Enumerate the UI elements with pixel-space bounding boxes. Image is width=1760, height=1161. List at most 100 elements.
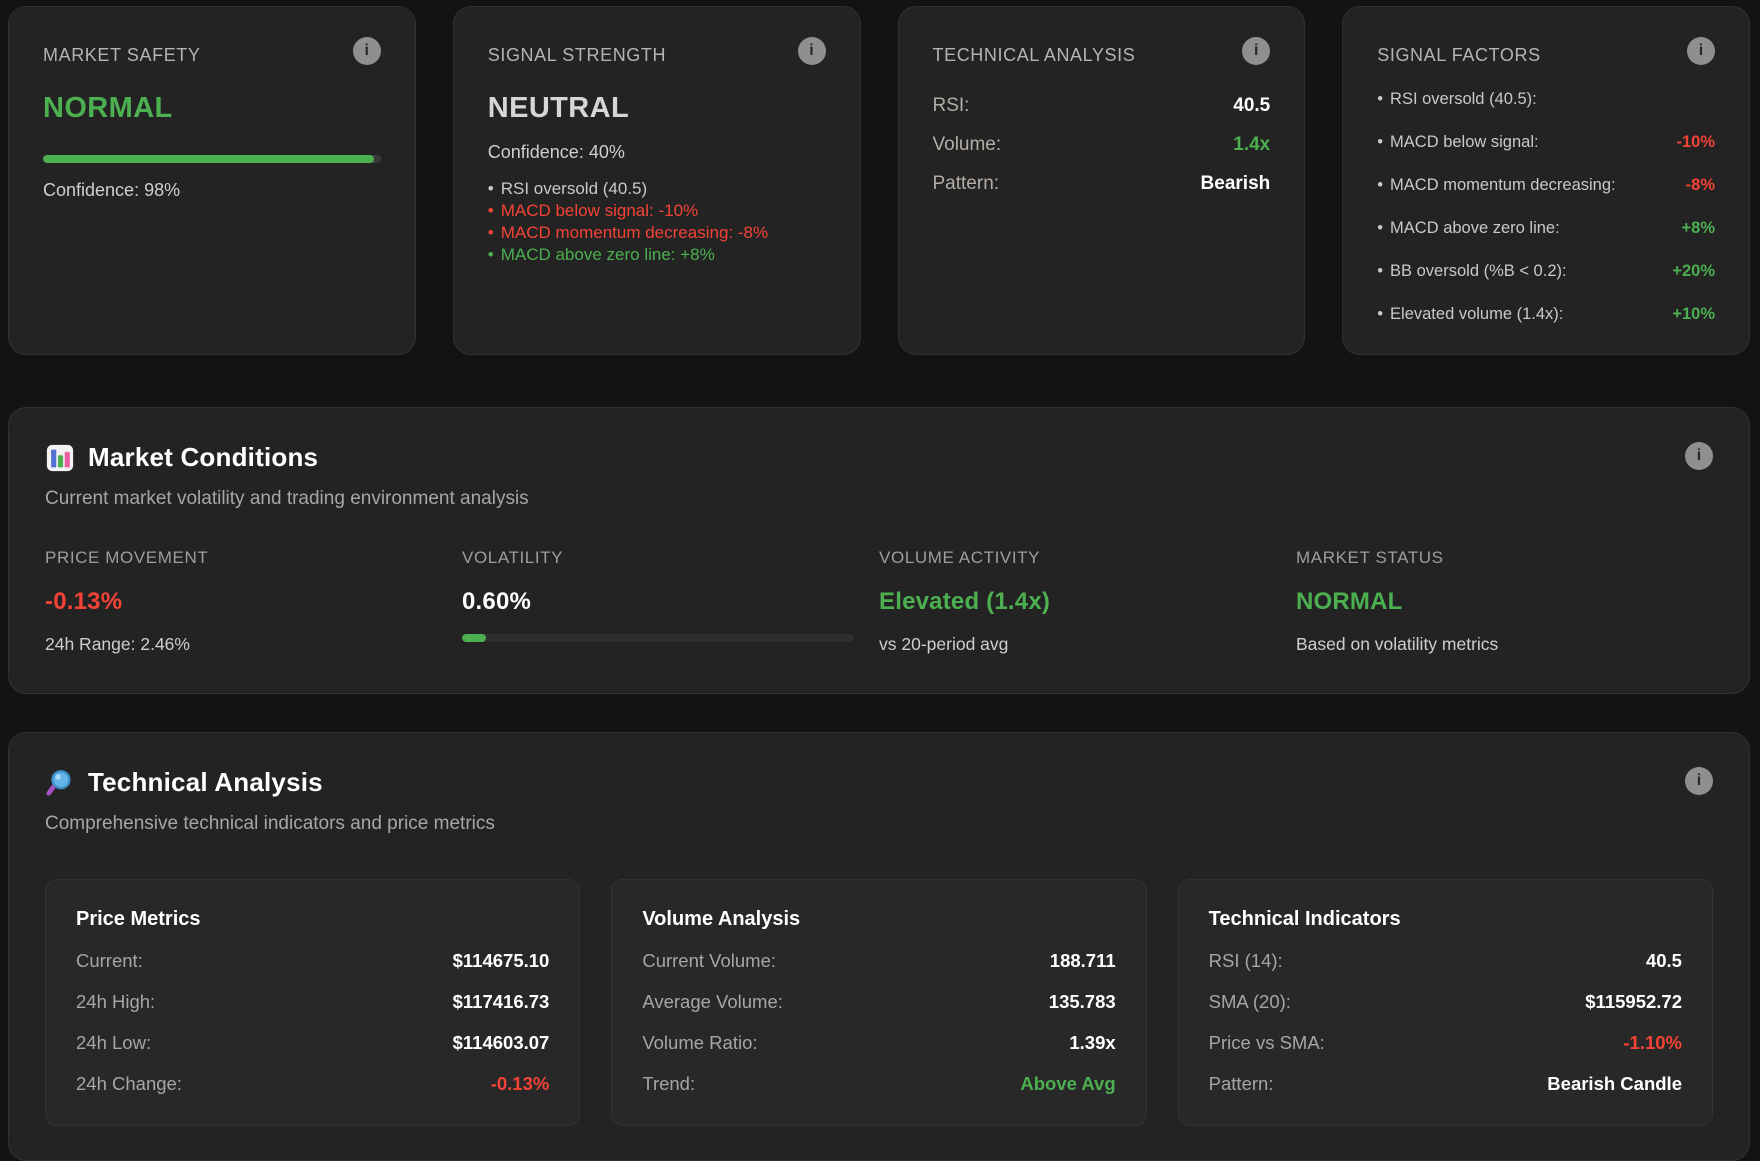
card-header: MARKET SAFETY i bbox=[43, 37, 381, 66]
row-label: Average Volume: bbox=[642, 991, 783, 1013]
row-value: 40.5 bbox=[1233, 95, 1270, 117]
panel-title-wrap: Technical Analysis bbox=[45, 767, 323, 798]
table-row: Trend: Above Avg bbox=[642, 1073, 1115, 1095]
volatility-progress-fill bbox=[462, 634, 486, 642]
volume-activity-note: vs 20-period avg bbox=[879, 634, 1296, 655]
column-header: VOLATILITY bbox=[462, 548, 879, 568]
price-movement-note: 24h Range: 2.46% bbox=[45, 634, 462, 655]
factor-label: RSI oversold (40.5): bbox=[1377, 90, 1537, 109]
market-conditions-columns: PRICE MOVEMENT -0.13% 24h Range: 2.46% V… bbox=[45, 548, 1713, 655]
technical-analysis-cards: Price Metrics Current: $114675.10 24h Hi… bbox=[45, 879, 1713, 1126]
market-conditions-subtitle: Current market volatility and trading en… bbox=[45, 488, 1713, 510]
summary-cards-row: MARKET SAFETY i NORMAL Confidence: 98% S… bbox=[8, 6, 1750, 355]
factor-row: RSI oversold (40.5): bbox=[1377, 90, 1715, 109]
factor-row: BB oversold (%B < 0.2): +20% bbox=[1377, 262, 1715, 281]
market-status-value: NORMAL bbox=[1296, 588, 1713, 616]
market-conditions-title: Market Conditions bbox=[88, 442, 318, 473]
volatility-column: VOLATILITY 0.60% bbox=[462, 548, 879, 655]
market-conditions-panel: Market Conditions i Current market volat… bbox=[8, 407, 1750, 694]
market-status-note: Based on volatility metrics bbox=[1296, 634, 1713, 655]
column-header: PRICE MOVEMENT bbox=[45, 548, 462, 568]
row-label: Volume: bbox=[933, 134, 1002, 156]
volume-activity-column: VOLUME ACTIVITY Elevated (1.4x) vs 20-pe… bbox=[879, 548, 1296, 655]
table-row: 24h Change: -0.13% bbox=[76, 1073, 549, 1095]
magnifying-glass-icon bbox=[45, 768, 75, 798]
row-value: 1.4x bbox=[1233, 134, 1270, 156]
list-item: RSI oversold (40.5) bbox=[488, 178, 826, 200]
factor-label: MACD momentum decreasing: bbox=[1377, 176, 1615, 195]
price-movement-column: PRICE MOVEMENT -0.13% 24h Range: 2.46% bbox=[45, 548, 462, 655]
row-value: Above Avg bbox=[1020, 1073, 1115, 1095]
signal-strength-status: NEUTRAL bbox=[488, 92, 826, 125]
price-metrics-title: Price Metrics bbox=[76, 908, 549, 931]
rsi-row: RSI: 40.5 bbox=[933, 95, 1271, 117]
market-safety-confidence: Confidence: 98% bbox=[43, 180, 381, 201]
volume-analysis-title: Volume Analysis bbox=[642, 908, 1115, 931]
row-label: Pattern: bbox=[933, 173, 1000, 195]
row-value: $115952.72 bbox=[1585, 991, 1682, 1013]
trading-dashboard: MARKET SAFETY i NORMAL Confidence: 98% S… bbox=[0, 0, 1760, 1160]
factor-row: Elevated volume (1.4x): +10% bbox=[1377, 305, 1715, 324]
row-value: $117416.73 bbox=[453, 991, 550, 1013]
pattern-row: Pattern: Bearish bbox=[933, 173, 1271, 195]
signal-factors-card: SIGNAL FACTORS i RSI oversold (40.5): MA… bbox=[1342, 6, 1750, 355]
factor-value: -10% bbox=[1676, 133, 1715, 152]
row-value: 135.783 bbox=[1049, 991, 1116, 1013]
row-label: RSI (14): bbox=[1209, 950, 1283, 972]
signal-factor-list: RSI oversold (40.5) MACD below signal: -… bbox=[488, 178, 826, 266]
table-row: Average Volume: 135.783 bbox=[642, 991, 1115, 1013]
factor-value: +10% bbox=[1672, 305, 1715, 324]
volatility-value: 0.60% bbox=[462, 588, 879, 616]
volume-activity-value: Elevated (1.4x) bbox=[879, 588, 1296, 616]
technical-analysis-subtitle: Comprehensive technical indicators and p… bbox=[45, 813, 1713, 835]
info-icon[interactable]: i bbox=[798, 37, 826, 65]
market-safety-status: NORMAL bbox=[43, 92, 381, 125]
row-value: 188.711 bbox=[1050, 950, 1116, 972]
row-label: 24h Change: bbox=[76, 1073, 182, 1095]
info-icon[interactable]: i bbox=[353, 37, 381, 65]
row-label: Pattern: bbox=[1209, 1073, 1274, 1095]
table-row: RSI (14): 40.5 bbox=[1209, 950, 1682, 972]
column-header: MARKET STATUS bbox=[1296, 548, 1713, 568]
table-row: 24h High: $117416.73 bbox=[76, 991, 549, 1013]
row-label: RSI: bbox=[933, 95, 970, 117]
factor-value: +20% bbox=[1672, 262, 1715, 281]
confidence-progress-fill bbox=[43, 155, 374, 163]
row-value: Bearish Candle bbox=[1547, 1073, 1682, 1095]
row-label: 24h High: bbox=[76, 991, 155, 1013]
row-value: Bearish bbox=[1201, 173, 1271, 195]
signal-factors-title: SIGNAL FACTORS bbox=[1377, 37, 1540, 66]
signal-strength-confidence: Confidence: 40% bbox=[488, 142, 826, 163]
row-label: Volume Ratio: bbox=[642, 1032, 757, 1054]
volume-row: Volume: 1.4x bbox=[933, 134, 1271, 156]
list-item: MACD momentum decreasing: -8% bbox=[488, 222, 826, 244]
price-metrics-card: Price Metrics Current: $114675.10 24h Hi… bbox=[45, 879, 580, 1126]
info-icon[interactable]: i bbox=[1685, 767, 1713, 795]
row-value: -1.10% bbox=[1623, 1032, 1682, 1054]
signal-strength-title: SIGNAL STRENGTH bbox=[488, 37, 666, 66]
factor-label: MACD below signal: bbox=[1377, 133, 1538, 152]
technical-analysis-card: TECHNICAL ANALYSIS i RSI: 40.5 Volume: 1… bbox=[898, 6, 1306, 355]
confidence-progress-bar bbox=[43, 155, 381, 163]
factor-row: MACD above zero line: +8% bbox=[1377, 219, 1715, 238]
table-row: 24h Low: $114603.07 bbox=[76, 1032, 549, 1054]
table-row: Current Volume: 188.711 bbox=[642, 950, 1115, 972]
factor-value: -8% bbox=[1686, 176, 1715, 195]
panel-title-wrap: Market Conditions bbox=[45, 442, 318, 473]
table-row: Volume Ratio: 1.39x bbox=[642, 1032, 1115, 1054]
technical-analysis-panel: Technical Analysis i Comprehensive techn… bbox=[8, 732, 1750, 1161]
row-value: $114675.10 bbox=[453, 950, 550, 972]
info-icon[interactable]: i bbox=[1685, 442, 1713, 470]
info-icon[interactable]: i bbox=[1242, 37, 1270, 65]
info-icon[interactable]: i bbox=[1687, 37, 1715, 65]
signal-strength-card: SIGNAL STRENGTH i NEUTRAL Confidence: 40… bbox=[453, 6, 861, 355]
factor-label: Elevated volume (1.4x): bbox=[1377, 305, 1563, 324]
list-item: MACD above zero line: +8% bbox=[488, 244, 826, 266]
row-value: -0.13% bbox=[491, 1073, 550, 1095]
technical-indicators-card: Technical Indicators RSI (14): 40.5 SMA … bbox=[1178, 879, 1713, 1126]
row-label: Trend: bbox=[642, 1073, 695, 1095]
bar-chart-icon bbox=[45, 443, 75, 473]
card-header: SIGNAL STRENGTH i bbox=[488, 37, 826, 66]
price-movement-value: -0.13% bbox=[45, 588, 462, 616]
factor-value: +8% bbox=[1682, 219, 1715, 238]
